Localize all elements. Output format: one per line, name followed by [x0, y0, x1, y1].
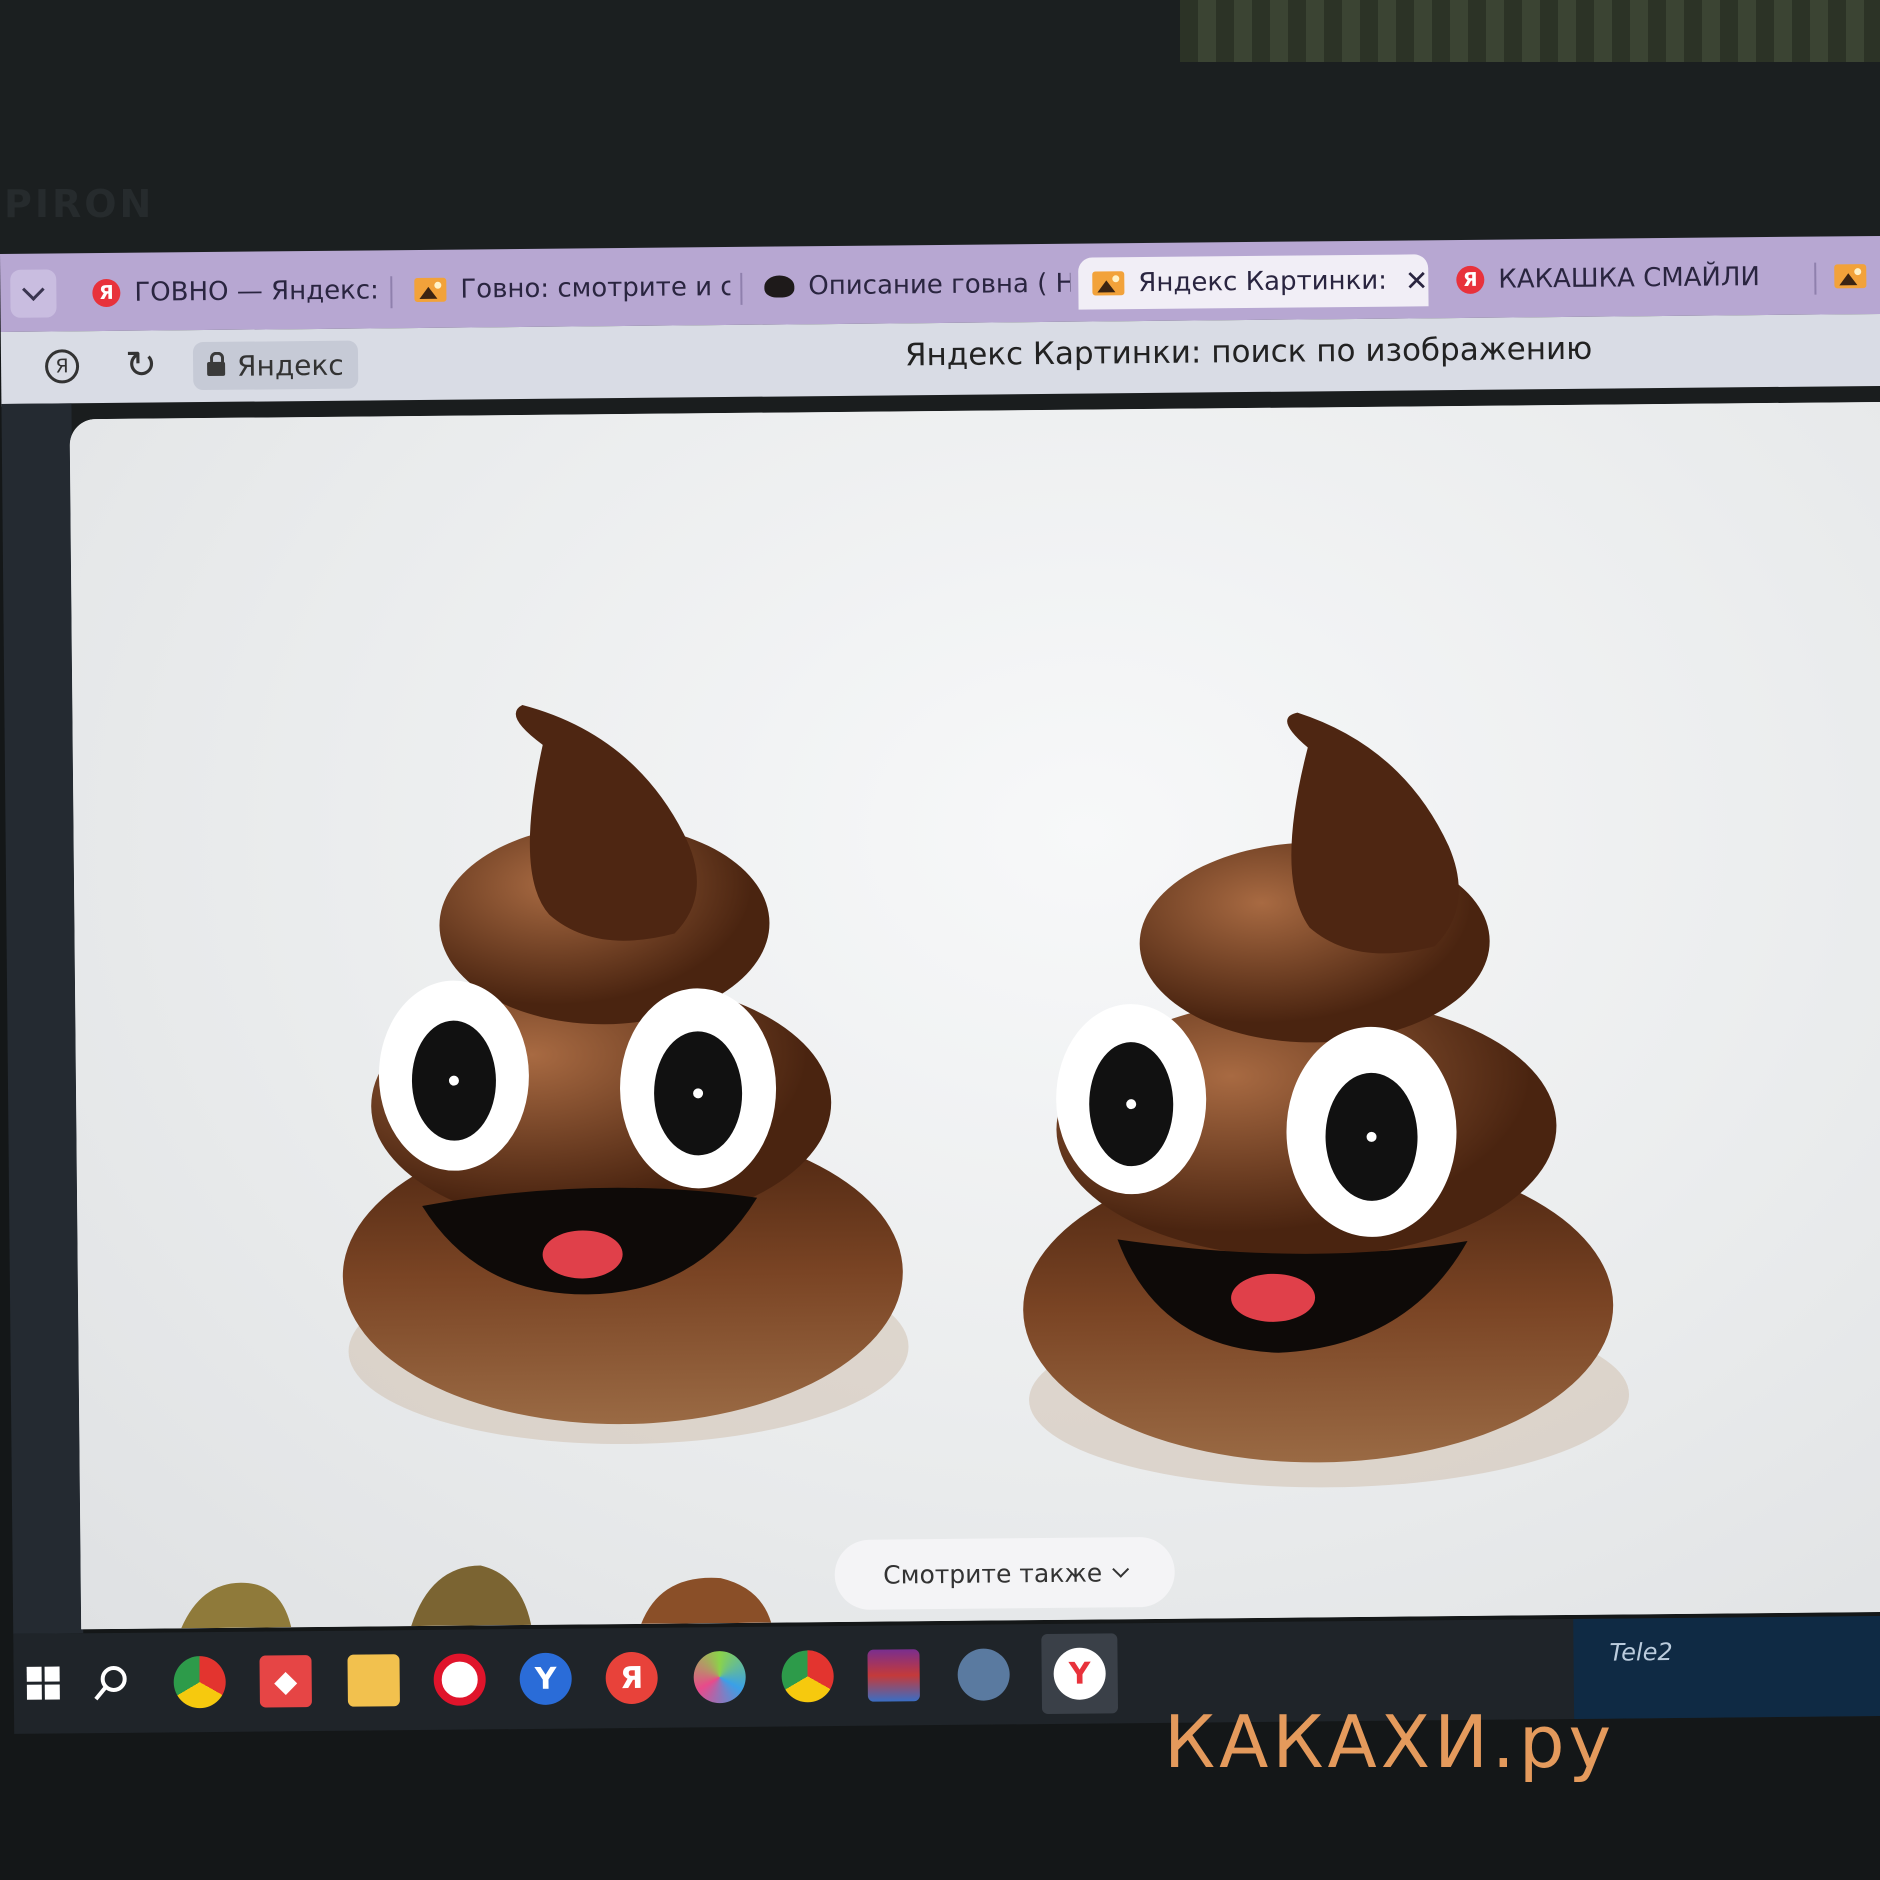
image-icon — [1092, 271, 1125, 296]
site-watermark: КАКАХИ.ру — [1163, 1700, 1616, 1785]
yandex-button-icon[interactable]: Я — [44, 349, 80, 384]
tab-more-images[interactable] — [1820, 250, 1880, 303]
chevron-down-icon — [1111, 1560, 1129, 1578]
folder-icon[interactable] — [347, 1654, 400, 1707]
lock-icon — [207, 361, 226, 377]
tab-separator — [1814, 262, 1817, 295]
yandex-icon[interactable]: Я — [605, 1651, 658, 1705]
related-thumbnails — [181, 1565, 772, 1629]
poo-figurines-image — [181, 705, 1630, 1629]
tab-govno-search[interactable]: Я ГОВНО — Яндекс: на — [78, 264, 379, 319]
tab-yandex-images[interactable]: Яндекс Картинки: ✕ — [1078, 254, 1429, 310]
winrar-icon[interactable] — [867, 1649, 920, 1702]
watermark-text: КАКАХИ.ру — [1163, 1700, 1616, 1785]
monitor-brand: PIRON — [4, 182, 155, 226]
site-info-chip[interactable]: Яндекс — [192, 340, 358, 391]
yandex-icon: Я — [1456, 265, 1485, 295]
chrome-alt-icon[interactable] — [781, 1650, 834, 1703]
see-also-label: Смотрите также — [883, 1557, 1103, 1590]
poo-figurine-left — [342, 705, 909, 1445]
chevron-down-icon — [22, 278, 45, 301]
site-name: Яндекс — [236, 348, 344, 383]
browser-window: Я ГОВНО — Яндекс: на Говно: смотрите и с… — [0, 235, 1880, 1734]
opera-icon[interactable] — [433, 1653, 486, 1706]
tab-separator — [390, 276, 393, 309]
search-image[interactable] — [69, 401, 1880, 1630]
photo-of-monitor: PIRON Я ГОВНО — Яндекс: на Говно: смотри… — [0, 0, 1880, 1880]
background-wall — [1180, 0, 1880, 62]
image-icon — [414, 277, 447, 303]
chrome-icon[interactable] — [173, 1655, 226, 1709]
tab-label: Говно: смотрите и ск — [460, 271, 731, 305]
tab-govno-description[interactable]: Описание говна ( Не — [750, 258, 1071, 313]
tab-label: ГОВНО — Яндекс: на — [134, 275, 379, 308]
windows-start-icon[interactable] — [17, 1657, 69, 1709]
poo-icon — [764, 275, 795, 298]
page-title[interactable]: Яндекс Картинки: поиск по изображению — [905, 331, 1593, 374]
tab-kakashka-smajl[interactable]: Я КАКАШКА СМАЙЛИ — [1442, 251, 1802, 306]
yandex-icon: Я — [92, 278, 121, 308]
browser-icon[interactable] — [693, 1650, 746, 1704]
tabs-menu-button[interactable] — [10, 269, 57, 318]
tab-govno-images[interactable]: Говно: смотрите и ск — [400, 261, 731, 316]
image-viewer: Смотрите также — [69, 401, 1880, 1630]
close-icon[interactable]: ✕ — [1405, 264, 1429, 297]
search-icon[interactable] — [85, 1657, 137, 1709]
tray-label: Tele2 — [1609, 1638, 1673, 1667]
network-icon[interactable] — [957, 1648, 1010, 1701]
reload-icon[interactable]: ↻ — [125, 342, 157, 386]
monitor-bezel: PIRON — [0, 0, 1880, 270]
image-icon — [1834, 264, 1867, 289]
tab-separator — [740, 272, 743, 305]
poo-figurine-right — [1023, 712, 1630, 1488]
yandex-browser-active-icon[interactable]: Y — [1041, 1633, 1119, 1715]
anydesk-icon[interactable]: ◆ — [259, 1655, 312, 1708]
see-also-button[interactable]: Смотрите также — [834, 1536, 1176, 1611]
system-tray: Tele2 — [1573, 1615, 1880, 1719]
yandex-y-icon[interactable]: Y — [519, 1652, 572, 1706]
tab-label: Яндекс Картинки: — [1138, 265, 1388, 299]
tab-label: Описание говна ( Не — [808, 268, 1071, 302]
tab-label: КАКАШКА СМАЙЛИ — [1498, 262, 1761, 295]
